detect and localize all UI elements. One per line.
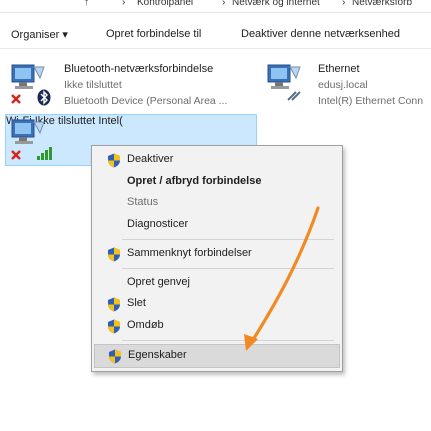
annotation-arrow-icon [244, 206, 320, 351]
